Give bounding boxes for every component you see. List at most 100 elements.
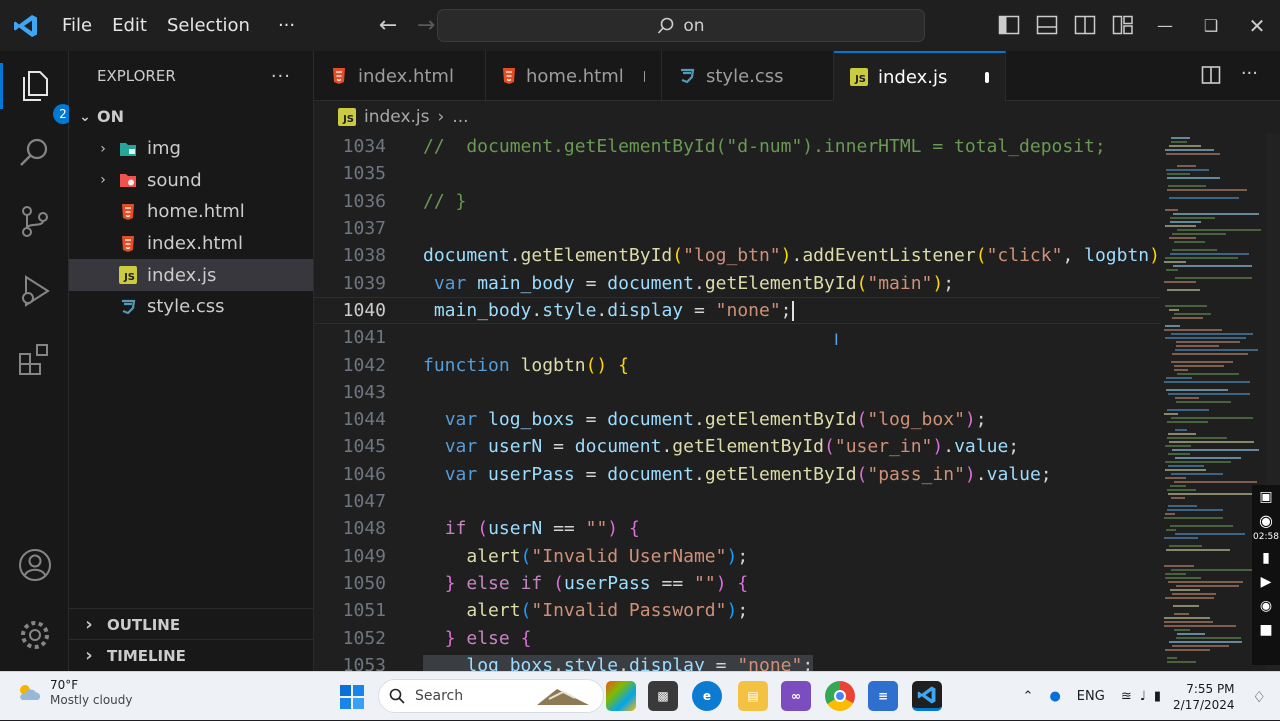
tree-item-img[interactable]: › img bbox=[69, 133, 313, 165]
record-icon[interactable]: ◉ bbox=[1252, 511, 1280, 530]
tab-index-js[interactable]: JS index.js bbox=[834, 51, 1006, 101]
windows-start-icon[interactable] bbox=[340, 685, 364, 713]
code-line[interactable]: 1047 bbox=[314, 488, 1160, 515]
line-number: 1034 bbox=[342, 136, 386, 158]
vscode-taskbar-icon[interactable] bbox=[912, 681, 942, 711]
code-line[interactable]: 1045 var userN = document.getElementById… bbox=[314, 433, 1160, 460]
command-center-search[interactable]: on bbox=[437, 9, 925, 42]
show-hidden-icons-icon[interactable]: ⌃ bbox=[1023, 689, 1034, 704]
minimap-line bbox=[1165, 573, 1186, 575]
language-indicator[interactable]: ENG bbox=[1077, 689, 1105, 704]
speaker-icon[interactable]: ▶ bbox=[1252, 574, 1280, 590]
volume-icon[interactable]: ♩ bbox=[1140, 689, 1146, 704]
minimap-line bbox=[1165, 649, 1210, 651]
timeline-section[interactable]: › TIMELINE bbox=[69, 639, 314, 671]
customize-layout-icon[interactable] bbox=[1112, 14, 1134, 36]
code-line[interactable]: 1036 // } bbox=[314, 188, 1160, 215]
minimap-line bbox=[1164, 413, 1178, 415]
menu-file[interactable]: File bbox=[52, 15, 102, 36]
task-view-icon[interactable]: ▩ bbox=[648, 681, 678, 711]
extensions-icon[interactable] bbox=[17, 341, 53, 377]
close-icon[interactable]: ✕ bbox=[1234, 14, 1280, 38]
notification-bell-icon[interactable]: ♢ bbox=[1253, 688, 1266, 706]
code-line[interactable]: 1051 alert("Invalid Password"); bbox=[314, 597, 1160, 624]
taskbar-search[interactable]: Search bbox=[378, 679, 604, 713]
explorer-icon[interactable]: 2 bbox=[17, 68, 73, 124]
code-line[interactable]: 1039 var main_body = document.getElement… bbox=[314, 270, 1160, 297]
tab-home-html[interactable]: home.html bbox=[486, 51, 662, 101]
code-line[interactable]: 1042 function logbtn() { bbox=[314, 351, 1160, 378]
tree-item-style-css[interactable]: style.css bbox=[69, 291, 313, 323]
run-debug-icon[interactable] bbox=[17, 273, 53, 309]
explorer-more-button[interactable]: ··· bbox=[271, 66, 291, 87]
code-editor[interactable]: 1034 // document.getElementById("d-num").… bbox=[314, 133, 1160, 671]
source-control-icon[interactable] bbox=[17, 203, 53, 239]
back-arrow-icon[interactable]: ← bbox=[369, 13, 407, 38]
camera-icon[interactable]: ▣ bbox=[1252, 489, 1280, 505]
battery-icon[interactable]: ▮ bbox=[1154, 689, 1161, 704]
code-line[interactable]: 1037 bbox=[314, 215, 1160, 242]
more-actions-icon[interactable]: ··· bbox=[1241, 65, 1258, 85]
minimap-line bbox=[1170, 217, 1215, 219]
webcam-icon[interactable]: ◉ bbox=[1252, 598, 1280, 614]
code-line[interactable]: 1046 var userPass = document.getElementB… bbox=[314, 461, 1160, 488]
split-editor-icon[interactable] bbox=[1201, 65, 1221, 85]
code-line[interactable]: 1034 // document.getElementById("d-num").… bbox=[314, 133, 1160, 160]
code-line[interactable]: 1050 } else if (userPass == "") { bbox=[314, 570, 1160, 597]
code-line[interactable]: 1052 } else { bbox=[314, 624, 1160, 651]
chrome-browser-icon[interactable] bbox=[825, 681, 855, 711]
tab-style-css[interactable]: style.css bbox=[662, 51, 834, 101]
editor-tab-bar: index.html home.html style.css JS index.… bbox=[314, 51, 1280, 101]
notepad-icon[interactable]: ≡ bbox=[868, 681, 898, 711]
code-line[interactable]: 1041 bbox=[314, 324, 1160, 351]
weather-widget[interactable]: 70°F Mostly cloudy bbox=[16, 678, 133, 708]
folder-root[interactable]: ⌄ ON bbox=[69, 101, 313, 133]
tree-item-index-html[interactable]: index.html bbox=[69, 228, 313, 260]
toggle-primary-sidebar-icon[interactable] bbox=[998, 14, 1020, 36]
copilot-app-icon[interactable] bbox=[606, 681, 636, 711]
restore-icon[interactable]: ❑ bbox=[1188, 16, 1234, 35]
tree-item-home-html[interactable]: home.html bbox=[69, 196, 313, 228]
code-text: // document.getElementById("d-num").inne… bbox=[423, 136, 1106, 158]
code-line[interactable]: 1040 main_body.style.display = "none"; bbox=[314, 296, 1160, 325]
breadcrumb-file[interactable]: index.js bbox=[364, 107, 430, 127]
microphone-icon[interactable]: ▮ bbox=[1252, 550, 1280, 566]
code-line[interactable]: 1049 alert("Invalid UserName"); bbox=[314, 543, 1160, 570]
accounts-icon[interactable] bbox=[17, 547, 53, 583]
code-line[interactable]: 1043 bbox=[314, 379, 1160, 406]
minimize-icon[interactable]: — bbox=[1142, 16, 1188, 35]
search-view-icon[interactable] bbox=[17, 135, 53, 171]
code-line[interactable]: 1053 log_boxs.style.display = "none"; bbox=[314, 652, 1160, 671]
code-line[interactable]: 1035 bbox=[314, 160, 1160, 187]
tree-item-sound[interactable]: › sound bbox=[69, 164, 313, 196]
line-number: 1044 bbox=[342, 409, 386, 431]
microphone-icon[interactable]: ● bbox=[1049, 689, 1060, 704]
menu-edit[interactable]: Edit bbox=[102, 15, 157, 36]
tree-item-index-js[interactable]: JS index.js bbox=[69, 259, 313, 292]
menu-selection[interactable]: Selection bbox=[157, 15, 260, 36]
clock[interactable]: 7:55 PM 2/17/2024 bbox=[1173, 681, 1235, 713]
menu-more[interactable]: ··· bbox=[268, 15, 305, 36]
wifi-icon[interactable]: ≊ bbox=[1121, 689, 1132, 704]
breadcrumb-rest[interactable]: ... bbox=[452, 107, 468, 127]
minimap-line bbox=[1170, 525, 1233, 527]
outline-section[interactable]: › OUTLINE bbox=[69, 608, 314, 640]
code-line[interactable]: 1048 if (userN == "") { bbox=[314, 515, 1160, 542]
code-line[interactable]: 1044 var log_boxs = document.getElementB… bbox=[314, 406, 1160, 433]
code-text: var userN = document.getElementById("use… bbox=[444, 436, 1020, 458]
weather-desc: Mostly cloudy bbox=[50, 693, 133, 707]
file-explorer-icon[interactable]: ▤ bbox=[738, 681, 768, 711]
unsaved-dot-icon[interactable] bbox=[643, 70, 645, 82]
toggle-panel-icon[interactable] bbox=[1036, 14, 1058, 36]
code-line[interactable]: 1038 document.getElementById("log_btn").a… bbox=[314, 242, 1160, 269]
unsaved-dot-icon[interactable] bbox=[985, 71, 989, 83]
toggle-secondary-sidebar-icon[interactable] bbox=[1074, 14, 1096, 36]
edge-browser-icon[interactable]: e bbox=[692, 681, 722, 711]
visual-studio-icon[interactable]: ∞ bbox=[781, 681, 811, 711]
manage-gear-icon[interactable] bbox=[17, 617, 53, 653]
minimap[interactable] bbox=[1160, 133, 1261, 671]
tab-index-html[interactable]: index.html bbox=[314, 51, 486, 101]
minimap-line bbox=[1167, 289, 1200, 291]
stop-icon[interactable]: ■ bbox=[1252, 622, 1280, 638]
minimap-line bbox=[1172, 249, 1217, 251]
